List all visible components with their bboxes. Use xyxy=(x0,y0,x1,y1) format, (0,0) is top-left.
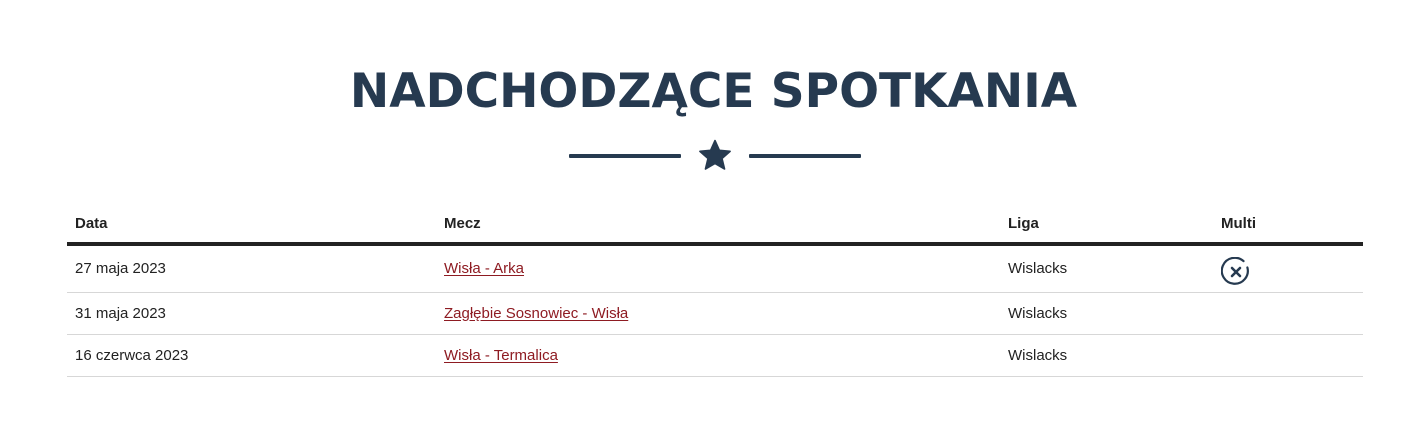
match-date: 27 maja 2023 xyxy=(67,244,436,293)
table-row: 31 maja 2023 Zagłębie Sosnowiec - Wisła … xyxy=(67,292,1363,335)
match-league: Wislacks xyxy=(1000,244,1213,293)
table-header-row: Data Mecz Liga Multi xyxy=(67,204,1363,246)
table-row: 27 maja 2023 Wisła - Arka Wislacks xyxy=(67,244,1363,293)
table-row: 16 czerwca 2023 Wisła - Termalica Wislac… xyxy=(67,334,1363,377)
close-circle-icon[interactable] xyxy=(1221,257,1251,287)
divider-line-left xyxy=(569,154,681,158)
match-cell: Zagłębie Sosnowiec - Wisła xyxy=(436,292,1000,335)
match-link[interactable]: Zagłębie Sosnowiec - Wisła xyxy=(444,305,628,322)
match-league: Wislacks xyxy=(1000,334,1213,377)
matches-table: Data Mecz Liga Multi 27 maja 2023 Wisła … xyxy=(67,204,1363,377)
column-header-date[interactable]: Data xyxy=(67,204,436,246)
match-date: 31 maja 2023 xyxy=(67,292,436,335)
page-title: NADCHODZĄCE SPOTKANIA xyxy=(349,64,1078,119)
match-league: Wislacks xyxy=(1000,292,1213,335)
column-header-match[interactable]: Mecz xyxy=(436,204,1000,246)
match-cell: Wisła - Termalica xyxy=(436,334,1000,377)
divider-line-right xyxy=(749,154,861,158)
multi-cell xyxy=(1213,292,1363,335)
match-date: 16 czerwca 2023 xyxy=(67,334,436,377)
multi-cell xyxy=(1213,334,1363,377)
title-divider xyxy=(566,137,864,175)
match-cell: Wisła - Arka xyxy=(436,244,1000,293)
star-icon xyxy=(699,139,731,170)
match-link[interactable]: Wisła - Termalica xyxy=(444,347,558,364)
multi-cell xyxy=(1213,244,1363,293)
match-link[interactable]: Wisła - Arka xyxy=(444,260,524,277)
column-header-multi[interactable]: Multi xyxy=(1213,204,1363,246)
column-header-league[interactable]: Liga xyxy=(1000,204,1213,246)
